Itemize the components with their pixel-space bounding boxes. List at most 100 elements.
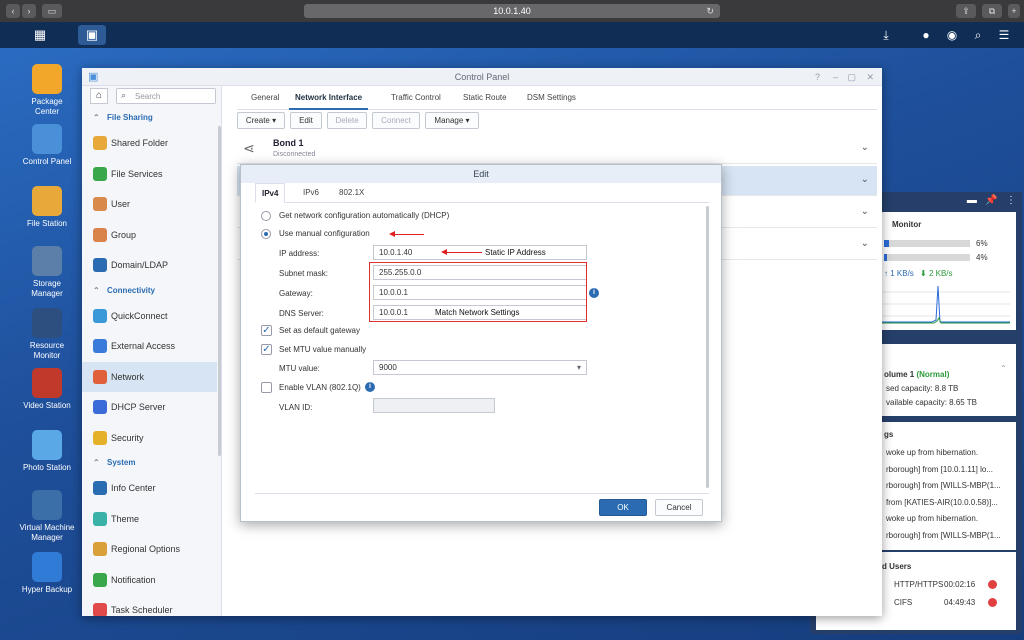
info-icon[interactable]: i [589, 288, 599, 298]
tab-ipv6[interactable]: IPv6 [297, 183, 325, 203]
dialog-scrollbar[interactable] [706, 206, 709, 488]
mtu-checkbox[interactable]: ✓ [261, 344, 272, 355]
used-capacity: sed capacity: 8.8 TB [886, 384, 959, 393]
tabs-icon[interactable]: ⧉ [982, 4, 1002, 18]
cpu-percent: 6% [976, 239, 988, 248]
sidebar-scrollbar[interactable] [218, 126, 221, 456]
sidebar-section[interactable]: ⌃ File Sharing [82, 108, 217, 128]
disconnect-icon[interactable] [988, 580, 997, 589]
sidebar-section[interactable]: ⌃ System [82, 453, 217, 473]
close-icon[interactable]: ✕ [866, 68, 874, 86]
sidebar-item[interactable]: Security [82, 423, 217, 453]
desktop-icon[interactable]: Video Station [7, 368, 87, 411]
sidebar-item[interactable]: Task Scheduler [82, 595, 217, 616]
add-tab-icon[interactable]: + [1008, 4, 1020, 18]
back-icon[interactable]: ‹ [6, 4, 20, 18]
desktop-icon[interactable]: Virtual Machine Manager [7, 490, 87, 543]
main-menu-icon[interactable]: ▦ [26, 25, 54, 45]
tab-ipv4[interactable]: IPv4 [255, 183, 286, 203]
address-bar[interactable]: 10.0.1.40 ↻ [304, 4, 720, 18]
mtu-label: MTU value: [279, 364, 320, 373]
desktop-icon[interactable]: Package Center [7, 64, 87, 117]
cpu-bar [884, 240, 970, 247]
desktop-icon[interactable]: Storage Manager [7, 246, 87, 299]
manage-button[interactable]: Manage ▾ [425, 112, 479, 129]
default-gateway-checkbox[interactable]: ✓ [261, 325, 272, 336]
desktop-icon[interactable]: Hyper Backup [7, 552, 87, 595]
desktop-icon[interactable]: File Station [7, 186, 87, 229]
sidebar-item[interactable]: Info Center [82, 473, 217, 503]
widgets-icon[interactable]: ☰ [992, 25, 1016, 45]
app-icon [32, 246, 62, 276]
sidebar-item[interactable]: Group [82, 220, 217, 250]
sidebar-item[interactable]: Network [82, 361, 217, 392]
mtu-select[interactable]: 9000 ▾ [373, 360, 587, 375]
ram-bar [884, 254, 970, 261]
sidebar-section[interactable]: ⌃ Connectivity [82, 281, 217, 301]
sidebar-item[interactable]: Notification [82, 565, 217, 595]
share-icon[interactable]: ⇪ [956, 4, 976, 18]
sidebar-item[interactable]: Domain/LDAP [82, 250, 217, 280]
chat-icon[interactable]: ● [914, 25, 938, 45]
interface-status: Disconnected [273, 151, 316, 158]
reload-icon[interactable]: ↻ [706, 4, 714, 18]
tab-network-interface[interactable]: Network Interface [289, 86, 369, 110]
sidebar-item[interactable]: External Access [82, 331, 217, 361]
collapse-icon[interactable]: ⌃ [1000, 364, 1007, 373]
sidebar-item[interactable]: File Services [82, 159, 217, 189]
search-icon[interactable]: ⌕ [966, 25, 990, 45]
desktop-icon[interactable]: Resource Monitor [7, 308, 87, 361]
sidebar-item-icon [93, 308, 107, 323]
forward-icon[interactable]: › [22, 4, 36, 18]
tab-general[interactable]: General [245, 86, 285, 110]
dhcp-radio[interactable] [261, 211, 271, 221]
tab-8021x[interactable]: 802.1X [333, 183, 370, 203]
desktop-icon[interactable]: Control Panel [7, 124, 87, 167]
delete-button[interactable]: Delete [327, 112, 367, 129]
tab-dsm-settings[interactable]: DSM Settings [521, 86, 582, 110]
help-icon[interactable]: ? [815, 68, 820, 86]
pin-icon[interactable]: 📌 [985, 195, 997, 206]
tab-static-route[interactable]: Static Route [457, 86, 513, 110]
tab-traffic-control[interactable]: Traffic Control [385, 86, 447, 110]
sidebar-item[interactable]: Regional Options [82, 534, 217, 564]
control-panel-app-icon: ▣ [88, 71, 99, 83]
home-icon[interactable]: ⌂ [90, 88, 108, 104]
sidebar-item-icon [93, 603, 107, 616]
interface-row-bond[interactable]: ⋖ Bond 1 Disconnected ⌄ [237, 134, 877, 164]
sidebar-item[interactable]: DHCP Server [82, 392, 217, 422]
search-input[interactable]: ⌕ Search [116, 88, 216, 104]
connect-button[interactable]: Connect [372, 112, 420, 129]
vlan-checkbox[interactable] [261, 382, 272, 393]
chevron-down-icon[interactable]: ⌄ [861, 206, 869, 217]
desktop-icon[interactable]: Photo Station [7, 430, 87, 473]
sidebar-item[interactable]: QuickConnect [82, 301, 217, 331]
sidebar-item[interactable]: User [82, 189, 217, 219]
create-button[interactable]: Create ▾ [237, 112, 285, 129]
minimize-icon[interactable]: ▬ [967, 195, 977, 206]
sidebar-item[interactable]: Shared Folder [82, 128, 217, 158]
control-panel-taskbar-icon[interactable]: ▣ [78, 25, 106, 45]
vlan-id-input[interactable] [373, 398, 495, 413]
manual-radio[interactable] [261, 229, 271, 239]
ok-button[interactable]: OK [599, 499, 647, 516]
disconnect-icon[interactable] [988, 598, 997, 607]
search-icon: ⌕ [121, 90, 127, 100]
user-icon[interactable]: ◉ [940, 25, 964, 45]
chevron-up-icon: ⌃ [93, 285, 100, 295]
ip-label: IP address: [279, 249, 320, 258]
maximize-icon[interactable]: ▢ [847, 68, 856, 86]
chevron-down-icon[interactable]: ⌄ [861, 238, 869, 249]
chevron-down-icon[interactable]: ⌄ [861, 174, 869, 185]
info-icon[interactable]: i [365, 382, 375, 392]
cancel-button[interactable]: Cancel [655, 499, 703, 516]
minimize-window-icon[interactable]: – [833, 68, 838, 86]
sidebar-item-icon [93, 339, 107, 353]
sidebar-item[interactable]: Theme [82, 504, 217, 534]
download-icon[interactable]: ⤓ [874, 25, 898, 45]
app-icon [32, 308, 62, 338]
widget-menu-icon[interactable]: ⋮ [1006, 195, 1016, 206]
chevron-down-icon[interactable]: ⌄ [861, 142, 869, 153]
edit-button[interactable]: Edit [290, 112, 322, 129]
sidebar-icon[interactable]: ▭ [42, 4, 62, 18]
